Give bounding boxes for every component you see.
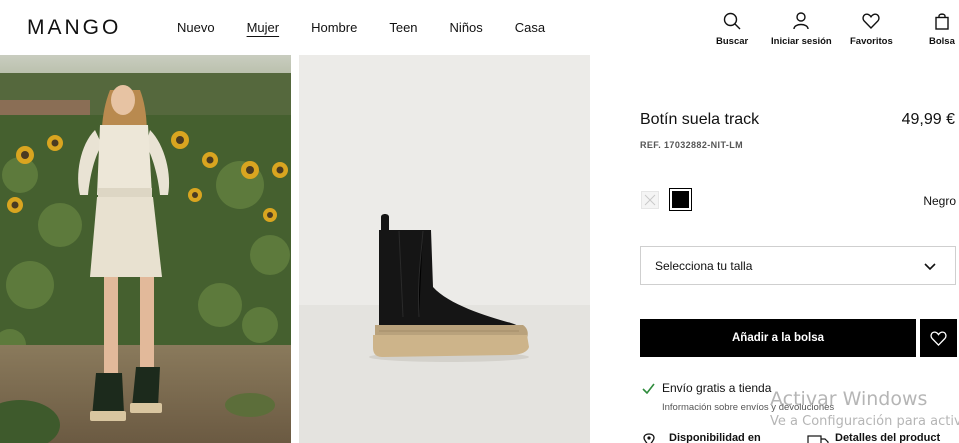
favorites-button[interactable]: Favoritos [850, 12, 893, 47]
search-button[interactable]: Buscar [716, 12, 748, 47]
login-button[interactable]: Iniciar sesión [771, 12, 832, 47]
truck-icon [807, 435, 829, 443]
product-price: 49,99 € [901, 111, 955, 128]
size-select-label: Selecciona tu talla [655, 259, 753, 273]
model-photo[interactable] [0, 55, 291, 443]
product-reference: REF. 17032882-NIT-LM [640, 140, 744, 150]
bag-label: Bolsa [929, 36, 955, 47]
shipping-title: Envío gratis a tienda [662, 381, 772, 395]
boot-illustration [299, 55, 590, 443]
favorites-label: Favoritos [850, 36, 893, 47]
login-label: Iniciar sesión [771, 36, 832, 47]
chevron-down-icon [924, 263, 936, 271]
color-swatch-black[interactable] [669, 188, 692, 211]
location-pin-icon [643, 433, 655, 443]
user-icon [793, 12, 810, 30]
search-label: Buscar [716, 36, 749, 47]
nav-item-hombre[interactable]: Hombre [311, 20, 357, 35]
product-photo[interactable] [299, 55, 590, 443]
size-select[interactable]: Selecciona tu talla [640, 246, 956, 285]
nav-item-ninos[interactable]: Niños [450, 20, 483, 35]
product-details-link[interactable]: Detalles del product [835, 432, 940, 443]
windows-activation-subtext: Ve a Configuración para activ [770, 414, 959, 429]
bag-icon [935, 13, 949, 30]
add-to-favorites-button[interactable] [920, 319, 957, 357]
add-to-bag-button[interactable]: Añadir a la bolsa [640, 319, 916, 357]
heart-icon [862, 13, 880, 30]
selected-color-name: Negro [923, 194, 956, 208]
nav-item-casa[interactable]: Casa [515, 20, 545, 35]
product-title: Botín suela track [640, 111, 760, 128]
nav-item-teen[interactable]: Teen [389, 20, 417, 35]
site-header: MANGO Nuevo Mujer Hombre Teen Niños Casa… [0, 0, 959, 55]
bag-button[interactable]: Bolsa [929, 12, 955, 47]
main-nav: Nuevo Mujer Hombre Teen Niños Casa [177, 20, 576, 35]
store-availability-link[interactable]: Disponibilidad en [669, 432, 761, 443]
heart-icon [930, 330, 947, 346]
nav-item-mujer[interactable]: Mujer [247, 20, 280, 35]
model-photo-illustration [0, 55, 291, 443]
nav-item-nuevo[interactable]: Nuevo [177, 20, 215, 35]
unavailable-swatch-icon[interactable] [641, 191, 659, 209]
check-icon [642, 383, 655, 394]
swatch-fill [672, 191, 689, 208]
windows-activation-watermark: Activar Windows [770, 388, 928, 410]
search-icon [723, 12, 741, 30]
mango-logo[interactable]: MANGO [27, 16, 121, 40]
